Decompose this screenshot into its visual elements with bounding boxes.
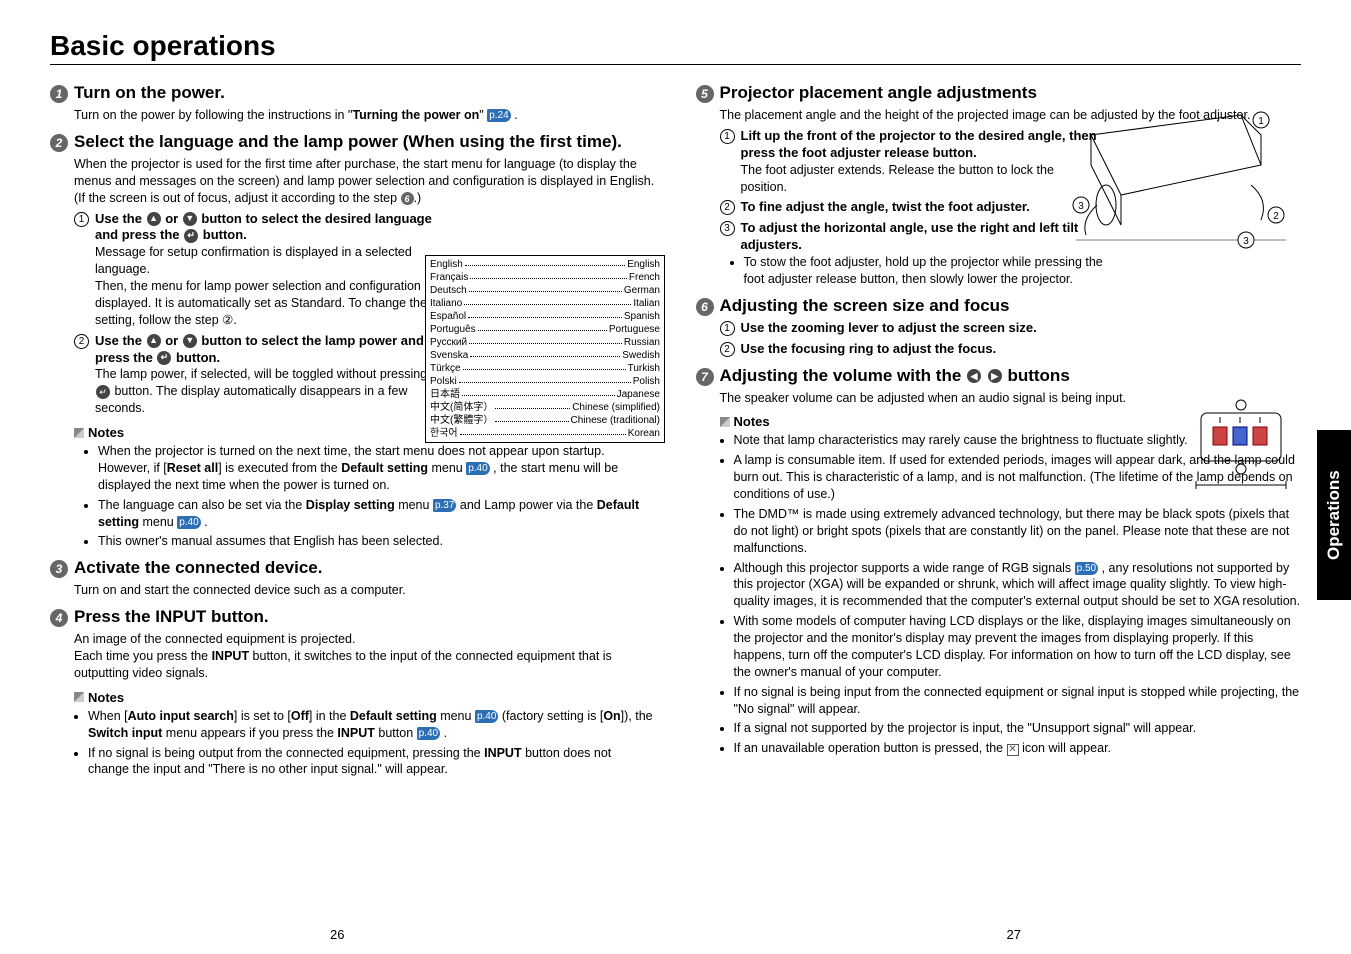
notes-list-s2: When the projector is turned on the next… xyxy=(88,443,656,550)
page-number-right: 27 xyxy=(1007,927,1021,942)
enter-icon: ↵ xyxy=(157,351,171,365)
svg-text:1: 1 xyxy=(1258,116,1264,127)
substep-num: 2 xyxy=(720,200,735,215)
language-row: FrançaisFrench xyxy=(430,271,660,284)
substep-5-1: 1 Lift up the front of the projector to … xyxy=(720,128,1100,196)
svg-text:3: 3 xyxy=(1078,201,1084,212)
section-4-head: 4 Press the INPUT button. xyxy=(50,607,656,627)
notes-heading-s4: Notes xyxy=(74,690,656,705)
substep-2-1: 1 Use the ▲ or ▼ button to select the de… xyxy=(74,211,454,329)
page-number-left: 26 xyxy=(330,927,344,942)
volume-bar-diagram xyxy=(1191,475,1291,495)
step-badge-7: 7 xyxy=(696,368,714,386)
language-row: DeutschGerman xyxy=(430,284,660,297)
projector-diagram: 1 2 3 3 xyxy=(1051,75,1291,275)
section-2-head: 2 Select the language and the lamp power… xyxy=(50,132,656,152)
language-row: 日本語Japanese xyxy=(430,388,660,401)
substep-5-3: 3 To adjust the horizontal angle, use th… xyxy=(720,220,1100,254)
down-icon: ▼ xyxy=(183,212,197,226)
page-ref-40: p.40 xyxy=(417,727,440,741)
substep-num-1: 1 xyxy=(74,212,89,227)
up-icon: ▲ xyxy=(147,334,161,348)
language-row: TürkçeTurkish xyxy=(430,362,660,375)
section-2-title: Select the language and the lamp power (… xyxy=(74,132,622,152)
step-badge-5: 5 xyxy=(696,85,714,103)
substep-num: 1 xyxy=(720,129,735,144)
substep-2-2: 2 Use the ▲ or ▼ button to select the la… xyxy=(74,333,454,417)
section-4-body: An image of the connected equipment is p… xyxy=(74,631,656,682)
page-ref-37: p.37 xyxy=(433,499,456,513)
notes-icon xyxy=(720,417,730,427)
substep-6-2: 2 Use the focusing ring to adjust the fo… xyxy=(720,341,1302,358)
language-row: 中文(繁體字）Chinese (traditional) xyxy=(430,414,660,427)
notes-list-s4: When [Auto input search] is set to [Off]… xyxy=(78,708,656,779)
section-3-head: 3 Activate the connected device. xyxy=(50,558,656,578)
section-6-head: 6 Adjusting the screen size and focus xyxy=(696,296,1302,316)
substep-num-2: 2 xyxy=(74,334,89,349)
section-6-title: Adjusting the screen size and focus xyxy=(720,296,1010,316)
section-4-title: Press the INPUT button. xyxy=(74,607,269,627)
language-row: РусскийRussian xyxy=(430,336,660,349)
section-5-title: Projector placement angle adjustments xyxy=(720,83,1037,103)
enter-icon: ↵ xyxy=(184,229,198,243)
vol-right-icon: ▶ xyxy=(988,369,1002,383)
notes-icon xyxy=(74,692,84,702)
ref-step-6-icon: 6 xyxy=(401,192,414,205)
unavailable-icon: ✕ xyxy=(1007,744,1019,756)
substep-6-1: 1 Use the zooming lever to adjust the sc… xyxy=(720,320,1302,337)
vol-left-icon: ◀ xyxy=(967,369,981,383)
step-badge-2: 2 xyxy=(50,134,68,152)
section-1-body: Turn on the power by following the instr… xyxy=(74,107,656,124)
language-row: PolskiPolish xyxy=(430,375,660,388)
substep-5-2: 2 To fine adjust the angle, twist the fo… xyxy=(720,199,1100,216)
language-row: ItalianoItalian xyxy=(430,297,660,310)
step-badge-4: 4 xyxy=(50,609,68,627)
language-row: SvenskaSwedish xyxy=(430,349,660,362)
language-row: EnglishEnglish xyxy=(430,258,660,271)
page-title: Basic operations xyxy=(50,30,1301,65)
lens-diagram xyxy=(1191,395,1291,475)
section-7-title: Adjusting the volume with the ◀ ▶ button… xyxy=(720,366,1070,386)
language-row: 한국어Korean xyxy=(430,427,660,440)
section-2-para: When the projector is used for the first… xyxy=(74,156,656,207)
substep-num: 3 xyxy=(720,221,735,236)
notes-icon xyxy=(74,428,84,438)
page-ref-40: p.40 xyxy=(466,462,489,476)
language-row: 中文(简体字）Chinese (simplified) xyxy=(430,401,660,414)
substep-num: 1 xyxy=(720,321,735,336)
step-badge-3: 3 xyxy=(50,560,68,578)
language-row: EspañolSpanish xyxy=(430,310,660,323)
up-icon: ▲ xyxy=(147,212,161,226)
page-ref-40: p.40 xyxy=(177,516,200,530)
step-badge-6: 6 xyxy=(696,298,714,316)
section-1-title: Turn on the power. xyxy=(74,83,225,103)
section-1-head: 1 Turn on the power. xyxy=(50,83,656,103)
enter-icon: ↵ xyxy=(96,385,110,399)
side-tab-operations: Operations xyxy=(1317,430,1351,600)
substep-num: 2 xyxy=(720,342,735,357)
page-ref-40: p.40 xyxy=(475,710,498,724)
section-3-body: Turn on and start the connected device s… xyxy=(74,582,656,599)
down-icon: ▼ xyxy=(183,334,197,348)
page-ref-50: p.50 xyxy=(1075,562,1098,576)
language-table: EnglishEnglishFrançaisFrenchDeutschGerma… xyxy=(425,255,665,443)
language-row: PortuguêsPortuguese xyxy=(430,323,660,336)
section-7-head: 7 Adjusting the volume with the ◀ ▶ butt… xyxy=(696,366,1302,386)
step-badge-1: 1 xyxy=(50,85,68,103)
page-ref-24: p.24 xyxy=(487,109,510,123)
svg-text:2: 2 xyxy=(1273,211,1279,222)
section-3-title: Activate the connected device. xyxy=(74,558,322,578)
svg-text:3: 3 xyxy=(1243,236,1249,247)
